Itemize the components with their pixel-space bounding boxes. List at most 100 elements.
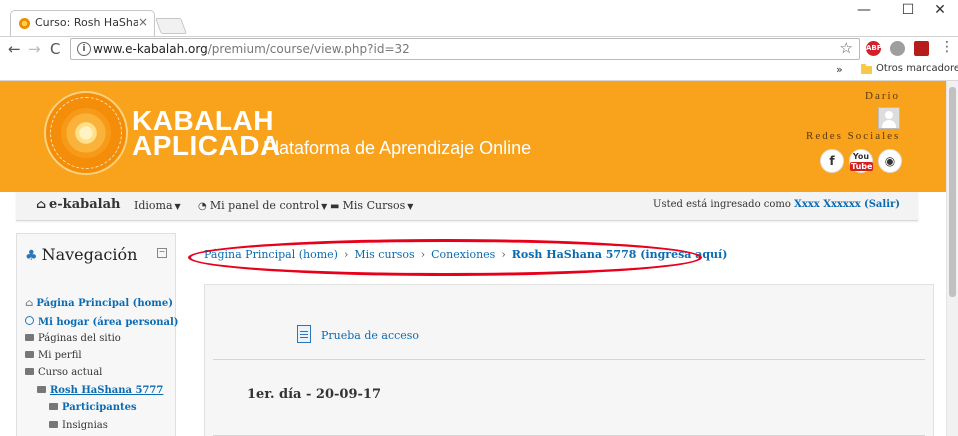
scrollbar-thumb[interactable]: [949, 87, 956, 297]
page-viewport: KABALAH APLICADA Plataforma de Aprendiza…: [0, 81, 946, 436]
back-arrow-icon[interactable]: ←: [8, 40, 21, 58]
sidebar-item-course[interactable]: Rosh HaShana 5777: [37, 385, 163, 396]
folder-icon: [49, 421, 58, 428]
youtube-icon[interactable]: You Tube: [849, 149, 874, 173]
sidebar-item-current-course[interactable]: Curso actual: [25, 367, 102, 378]
logout-link[interactable]: (Salir): [864, 199, 900, 210]
sidebar-item-home[interactable]: ⌂ Página Principal (home): [25, 298, 173, 309]
nav-panel-dropdown[interactable]: ◔ Mi panel de control ▼: [198, 199, 327, 212]
sidebar-item-label: Página Principal (home): [36, 298, 173, 309]
page-info-icon[interactable]: i: [77, 42, 91, 56]
navigation-title-text: Navegación: [41, 245, 138, 264]
sidebar-item-label: Páginas del sitio: [38, 333, 121, 344]
url-path: /premium/course/view.php?id=32: [207, 42, 410, 56]
activity-link[interactable]: Prueba de acceso: [321, 329, 419, 342]
user-name[interactable]: Dario: [865, 90, 900, 102]
sidebar-item-label: Mi hogar (área personal): [38, 317, 179, 328]
close-window-icon[interactable]: ✕: [926, 2, 954, 18]
course-content: Prueba de acceso 1er. día - 20-09-17: [204, 284, 934, 436]
breadcrumb-conexiones[interactable]: Conexiones: [431, 248, 495, 261]
tab-close-icon[interactable]: ×: [138, 15, 148, 29]
nav-cursos-dropdown[interactable]: ▬ Mis Cursos ▼: [330, 199, 413, 212]
sidebar-item-label: Participantes: [62, 402, 137, 413]
section-divider: [213, 359, 925, 360]
minimize-window-icon[interactable]: —: [850, 2, 878, 18]
nav-item-label: Mis Cursos: [342, 199, 406, 212]
navbar-brand[interactable]: ⌂ e-kabalah: [36, 197, 120, 212]
caret-down-icon: ▼: [321, 202, 328, 211]
globe-icon[interactable]: ◉: [878, 149, 902, 173]
sidebar-item-badges[interactable]: Insignias: [49, 420, 108, 431]
site-tagline: Plataforma de Aprendizaje Online: [263, 138, 532, 158]
breadcrumb-separator: ›: [343, 248, 349, 261]
new-tab-button[interactable]: [155, 18, 187, 34]
sidebar-item-label: Mi perfil: [38, 350, 82, 361]
collapse-block-icon[interactable]: −: [157, 248, 167, 258]
folder-open-icon: [25, 368, 34, 375]
user-avatar[interactable]: [878, 107, 900, 129]
reload-icon[interactable]: C: [50, 40, 60, 58]
bookmarks-bar: » Otros marcadores: [0, 62, 958, 81]
sidebar-item-label: Rosh HaShana 5777: [50, 385, 164, 396]
caret-down-icon: ▼: [407, 202, 414, 211]
home-icon: ⌂: [25, 298, 34, 309]
dashboard-icon: ◔: [198, 201, 210, 212]
navigation-block: ♣ Navegación − ⌂ Página Principal (home) M…: [16, 233, 179, 436]
browser-toolbar: ← → C i www.e-kabalah.org/premium/course…: [0, 36, 958, 63]
url-text: www.e-kabalah.org/premium/course/view.ph…: [93, 42, 410, 56]
sidebar-item-site-pages[interactable]: Páginas del sitio: [25, 333, 121, 344]
page-scrollbar[interactable]: [946, 81, 958, 436]
url-host: www.e-kabalah.org: [93, 42, 208, 56]
bookmark-star-icon[interactable]: ☆: [840, 39, 853, 57]
other-bookmarks-folder[interactable]: Otros marcadores: [876, 63, 958, 74]
login-info: Usted está ingresado como Xxxx Xxxxxx (S…: [653, 199, 900, 210]
flower-of-life-icon: [61, 108, 111, 158]
site-navbar: ⌂ e-kabalah Idioma ▼ ◔ Mi panel de control…: [16, 192, 918, 221]
briefcase-icon: ▬: [330, 201, 343, 212]
forward-arrow-icon[interactable]: →: [28, 40, 41, 58]
bookmarks-overflow-icon[interactable]: »: [836, 63, 843, 76]
breadcrumb-current[interactable]: Rosh HaShana 5778 (ingresa aquí): [512, 248, 728, 261]
nav-item-label: Mi panel de control: [209, 199, 320, 212]
breadcrumb-my-courses[interactable]: Mis cursos: [354, 248, 414, 261]
home-icon: ⌂: [36, 197, 47, 211]
folder-icon: [25, 351, 34, 358]
youtube-glyph: You: [852, 152, 870, 161]
folder-icon: [861, 64, 872, 74]
section-title: 1er. día - 20-09-17: [247, 387, 381, 402]
gray-extension-icon[interactable]: [890, 41, 905, 56]
sidebar-item-participants[interactable]: Participantes: [49, 402, 137, 413]
sidebar-item-dashboard[interactable]: Mi hogar (área personal): [25, 316, 179, 328]
kabalah-logo[interactable]: [44, 91, 128, 175]
nav-idioma-dropdown[interactable]: Idioma ▼: [134, 199, 181, 212]
caret-down-icon: ▼: [174, 202, 181, 211]
maximize-window-icon[interactable]: ☐: [894, 2, 922, 18]
browser-tab-active[interactable]: Curso: Rosh HaShana 57 ×: [10, 10, 155, 36]
browser-menu-icon[interactable]: ⋮: [940, 39, 954, 55]
tab-title: Curso: Rosh HaShana 57: [35, 16, 138, 29]
navigation-title: ♣ Navegación: [25, 245, 137, 264]
site-header-banner: KABALAH APLICADA Plataforma de Aprendiza…: [0, 81, 946, 192]
folder-icon: [25, 334, 34, 341]
social-label: Redes Sociales: [806, 130, 901, 142]
folder-open-icon: [37, 386, 46, 393]
sitemap-icon: ♣: [25, 248, 38, 264]
breadcrumb-home[interactable]: Página Principal (home): [204, 248, 338, 261]
pdf-extension-icon[interactable]: [914, 41, 929, 56]
login-prefix: Usted está ingresado como: [653, 199, 791, 210]
breadcrumb-separator: ›: [420, 248, 426, 261]
user-profile-link[interactable]: Xxxx Xxxxxx: [794, 199, 861, 210]
brand-line-2: APLICADA: [132, 130, 281, 161]
facebook-icon[interactable]: f: [820, 149, 844, 173]
adblock-extension-icon[interactable]: ABP: [866, 41, 882, 56]
navbar-brand-label: e-kabalah: [49, 197, 121, 212]
browser-tabstrip: Curso: Rosh HaShana 57 × — ☐ ✕: [0, 0, 958, 36]
folder-icon: [49, 403, 58, 410]
sidebar-item-label: Insignias: [62, 420, 108, 431]
address-bar[interactable]: i www.e-kabalah.org/premium/course/view.…: [70, 38, 860, 60]
site-favicon-icon: [19, 18, 30, 29]
breadcrumb: Página Principal (home) › Mis cursos › Conex…: [204, 248, 727, 261]
sidebar-item-profile[interactable]: Mi perfil: [25, 350, 82, 361]
circle-icon: [25, 316, 34, 325]
breadcrumb-separator: ›: [501, 248, 506, 261]
